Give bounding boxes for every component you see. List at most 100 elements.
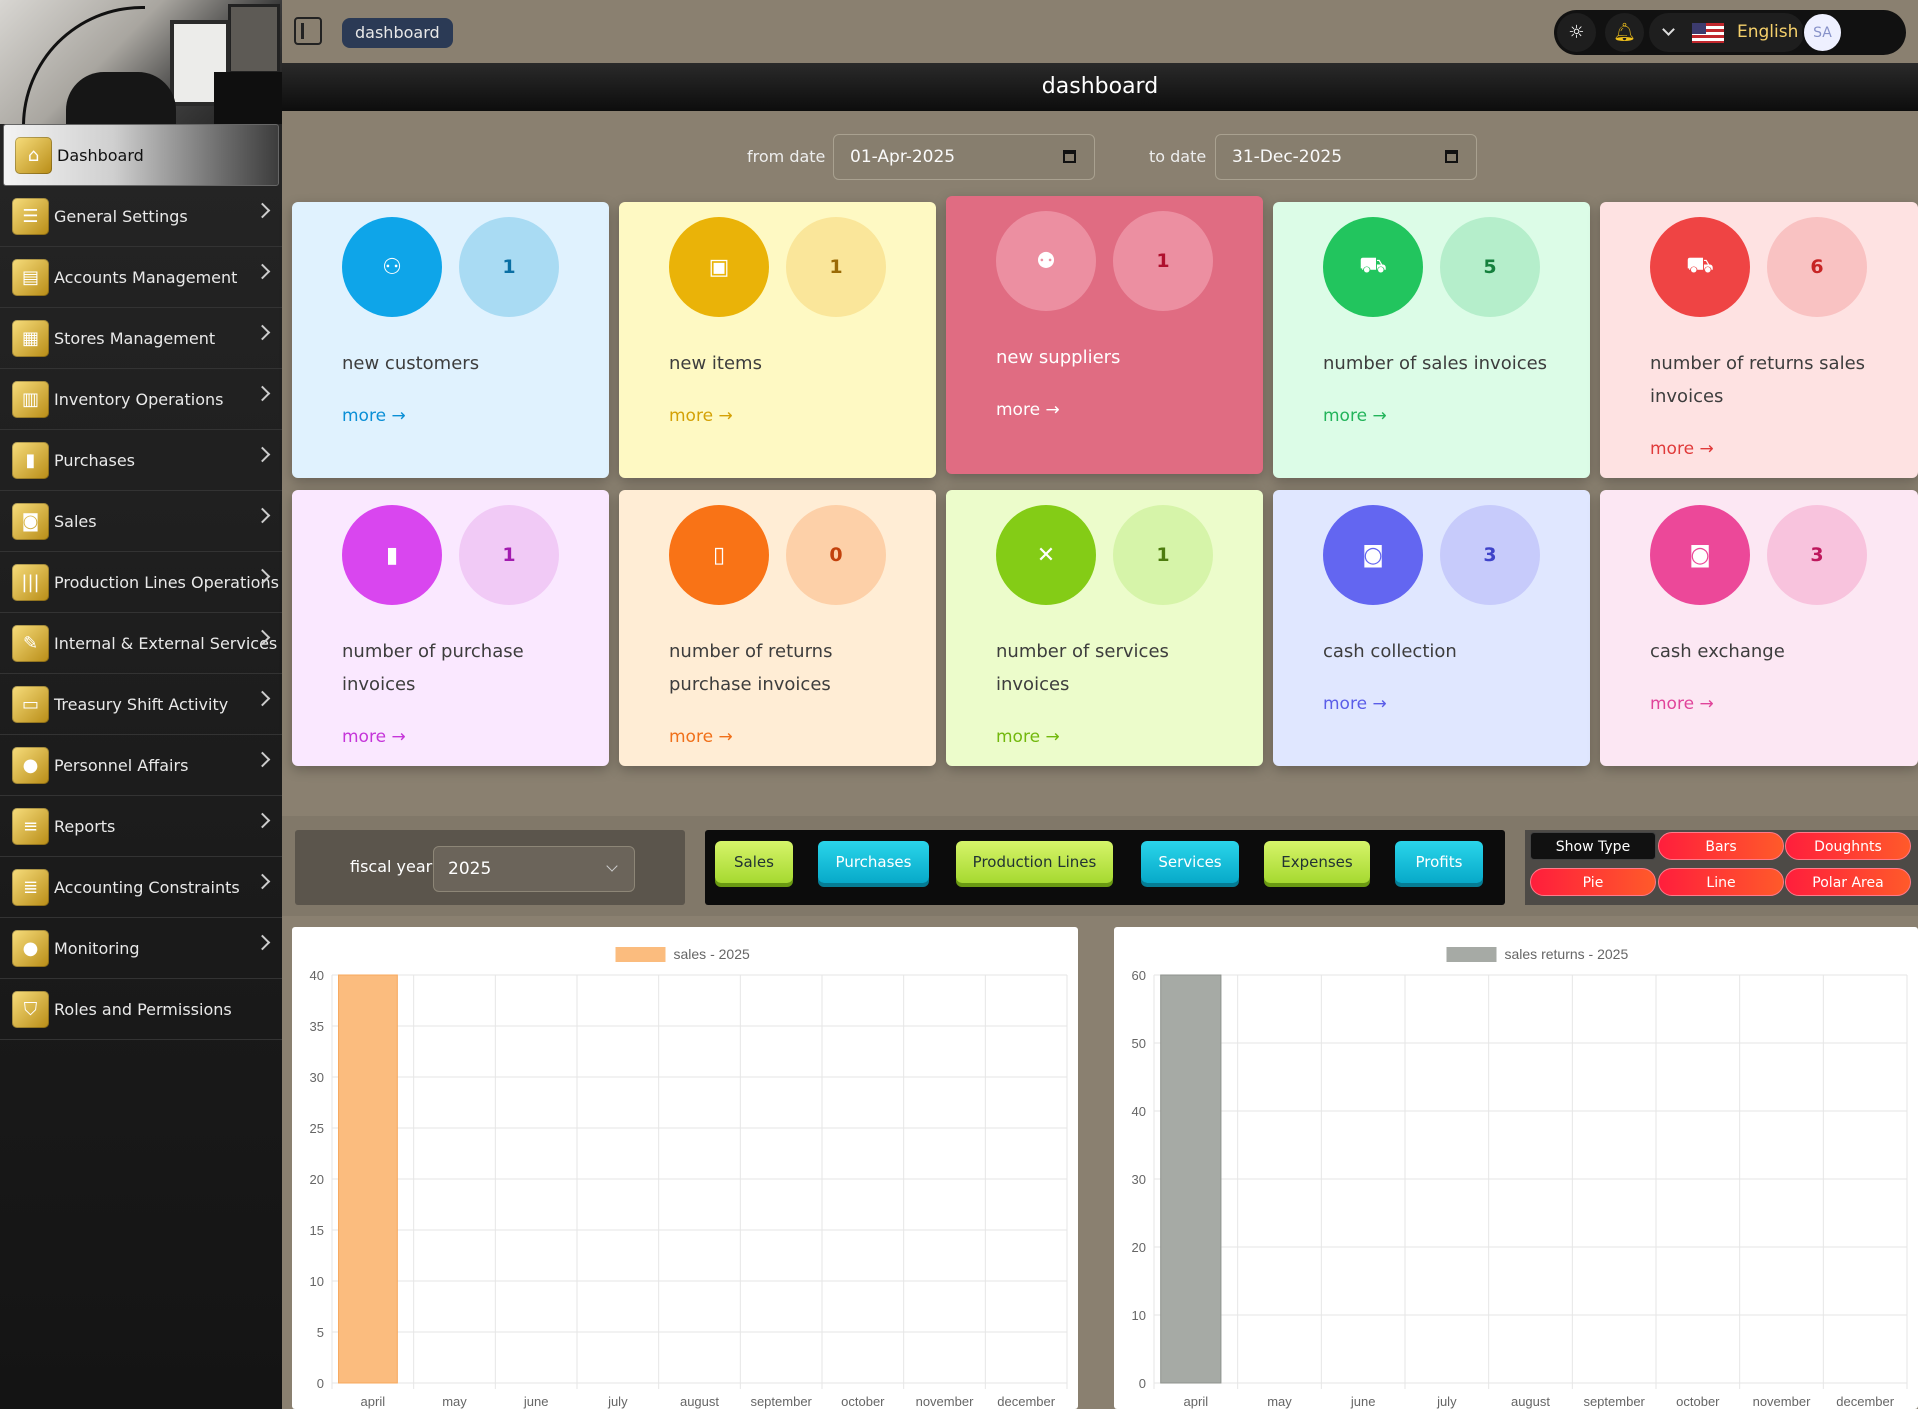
- count-badge: 1: [1113, 211, 1213, 311]
- y-tick-label: 30: [310, 1070, 324, 1085]
- stat-card: ◙ 3 cash exchange more →: [1600, 490, 1918, 766]
- chart-type-doughnts-button[interactable]: Doughnts: [1785, 832, 1911, 860]
- sliders-icon: ☰: [12, 197, 49, 235]
- chevron-right-icon: [254, 507, 271, 524]
- sidebar-item-dashboard[interactable]: ⌂ Dashboard: [3, 124, 279, 186]
- to-date-field[interactable]: 31-Dec-2025: [1215, 134, 1477, 180]
- calendar-icon[interactable]: [1063, 150, 1076, 163]
- x-tick-label: december: [997, 1394, 1055, 1409]
- sidebar-item-accounting-constraints[interactable]: ≣ Accounting Constraints: [0, 857, 282, 918]
- dataset-button-sales[interactable]: Sales: [715, 841, 793, 883]
- stat-card: ▮ 1 number of purchase invoices more →: [292, 490, 609, 766]
- sidebar-item-internal-external-services[interactable]: ✎ Internal & External Services: [0, 613, 282, 674]
- sidebar-item-roles-and-permissions[interactable]: ⛉ Roles and Permissions: [0, 979, 282, 1040]
- y-tick-label: 10: [1132, 1308, 1146, 1323]
- sidebar-item-sales[interactable]: ◙ Sales: [0, 491, 282, 552]
- y-tick-label: 50: [1132, 1036, 1146, 1051]
- chevron-right-icon: [254, 202, 271, 219]
- stat-card: ⛟ 6 number of returns sales invoices more →: [1600, 202, 1918, 478]
- more-link[interactable]: more →: [342, 406, 406, 426]
- x-tick-label: august: [680, 1394, 719, 1409]
- theme-toggle-sun-icon[interactable]: ☼: [1557, 13, 1596, 52]
- y-tick-label: 0: [1139, 1376, 1146, 1391]
- dataset-button-production-lines[interactable]: Production Lines: [956, 841, 1113, 883]
- y-tick-label: 25: [310, 1121, 324, 1136]
- count-badge: 3: [1767, 505, 1867, 605]
- chart-type-polar-area-button[interactable]: Polar Area: [1785, 868, 1911, 896]
- sidebar-item-purchases[interactable]: ▮ Purchases: [0, 430, 282, 491]
- more-link[interactable]: more →: [342, 727, 406, 747]
- sidebar-item-treasury-shift-activity[interactable]: ▭ Treasury Shift Activity: [0, 674, 282, 735]
- sales-returns-bar-chart: 0 10 20 30 40 50 60 april may june july august septe…: [1132, 946, 1908, 1409]
- dataset-button-services[interactable]: Services: [1141, 841, 1239, 883]
- y-tick-label: 20: [310, 1172, 324, 1187]
- user-plus-icon: ⚇: [342, 217, 442, 317]
- more-link[interactable]: more →: [996, 727, 1060, 747]
- more-link[interactable]: more →: [996, 400, 1060, 420]
- chevron-right-icon: [254, 812, 271, 829]
- dataset-button-expenses[interactable]: Expenses: [1264, 841, 1370, 883]
- sidebar-item-production-lines-operations[interactable]: ||| Production Lines Operations: [0, 552, 282, 613]
- clipboard-check-icon: ▣: [669, 217, 769, 317]
- dataset-button-profits[interactable]: Profits: [1395, 841, 1483, 883]
- page-title: dashboard: [282, 63, 1918, 111]
- more-link[interactable]: more →: [669, 406, 733, 426]
- sidebar-item-monitoring[interactable]: ● Monitoring: [0, 918, 282, 979]
- sidebar-item-label: Internal & External Services: [54, 633, 278, 653]
- count-badge: 1: [459, 505, 559, 605]
- sidebar-item-stores-management[interactable]: ▦ Stores Management: [0, 308, 282, 369]
- x-tick-label: october: [841, 1394, 885, 1409]
- sidebar-item-label: Purchases: [54, 450, 135, 470]
- from-date-field[interactable]: 01-Apr-2025: [833, 134, 1095, 180]
- toolbar: ☼ 🔔︎ English SA: [1554, 10, 1906, 55]
- sidebar-nav: ⌂ Dashboard ☰ General Settings ▤ Accounts Man…: [0, 124, 282, 1040]
- inventory-icon: ▥: [12, 380, 49, 418]
- from-date-value: 01-Apr-2025: [850, 147, 956, 167]
- sales-bar-chart: 0 5 10 15 20 25 30 35 40 april may june july august se…: [310, 946, 1068, 1409]
- tools-icon: ✕: [996, 505, 1096, 605]
- sidebar-item-reports[interactable]: ≡ Reports: [0, 796, 282, 857]
- chevron-right-icon: [254, 446, 271, 463]
- x-tick-label: december: [1836, 1394, 1894, 1409]
- more-link[interactable]: more →: [1650, 694, 1714, 714]
- bag-icon: ▮: [342, 505, 442, 605]
- chart-type-line-button[interactable]: Line: [1658, 868, 1784, 896]
- language-selector[interactable]: English: [1649, 13, 1804, 52]
- chevron-down-icon: [1662, 23, 1675, 36]
- x-tick-label: july: [607, 1394, 628, 1409]
- y-tick-label: 0: [317, 1376, 324, 1391]
- to-date-label: to date: [1149, 147, 1207, 166]
- sidebar-item-label: Inventory Operations: [54, 389, 224, 409]
- count-badge: 6: [1767, 217, 1867, 317]
- stat-card: ⚇ 1 new customers more →: [292, 202, 609, 478]
- stat-card: ⛟ 5 number of sales invoices more →: [1273, 202, 1590, 478]
- stat-card: ◙ 3 cash collection more →: [1273, 490, 1590, 766]
- breadcrumb[interactable]: dashboard: [342, 18, 453, 48]
- fiscal-year-box: fiscal year 2025: [295, 830, 685, 905]
- more-link[interactable]: more →: [1323, 406, 1387, 426]
- sidebar-item-inventory-operations[interactable]: ▥ Inventory Operations: [0, 369, 282, 430]
- avatar[interactable]: SA: [1802, 12, 1843, 53]
- bell-icon[interactable]: 🔔︎: [1605, 13, 1644, 52]
- stat-card: ▣ 1 new items more →: [619, 202, 936, 478]
- calendar-icon[interactable]: [1445, 150, 1458, 163]
- sidebar-item-personnel-affairs[interactable]: ● Personnel Affairs: [0, 735, 282, 796]
- sidebar-banner-image: [0, 0, 282, 124]
- chevron-right-icon: [254, 263, 271, 280]
- chevron-down-icon: [606, 860, 618, 872]
- sidebar-toggle-icon[interactable]: [294, 17, 322, 45]
- more-link[interactable]: more →: [669, 727, 733, 747]
- chart-type-pie-button[interactable]: Pie: [1530, 868, 1656, 896]
- sidebar-item-general-settings[interactable]: ☰ General Settings: [0, 186, 282, 247]
- more-link[interactable]: more →: [1650, 439, 1714, 459]
- report-icon: ≡: [12, 807, 49, 845]
- chevron-right-icon: [254, 934, 271, 951]
- sidebar-item-accounts-management[interactable]: ▤ Accounts Management: [0, 247, 282, 308]
- x-tick-label: june: [523, 1394, 549, 1409]
- dataset-button-purchases[interactable]: Purchases: [818, 841, 929, 883]
- x-tick-label: august: [1511, 1394, 1550, 1409]
- count-badge: 1: [1113, 505, 1213, 605]
- chart-type-bars-button[interactable]: Bars: [1658, 832, 1784, 860]
- more-link[interactable]: more →: [1323, 694, 1387, 714]
- fiscal-year-select[interactable]: 2025: [433, 846, 635, 892]
